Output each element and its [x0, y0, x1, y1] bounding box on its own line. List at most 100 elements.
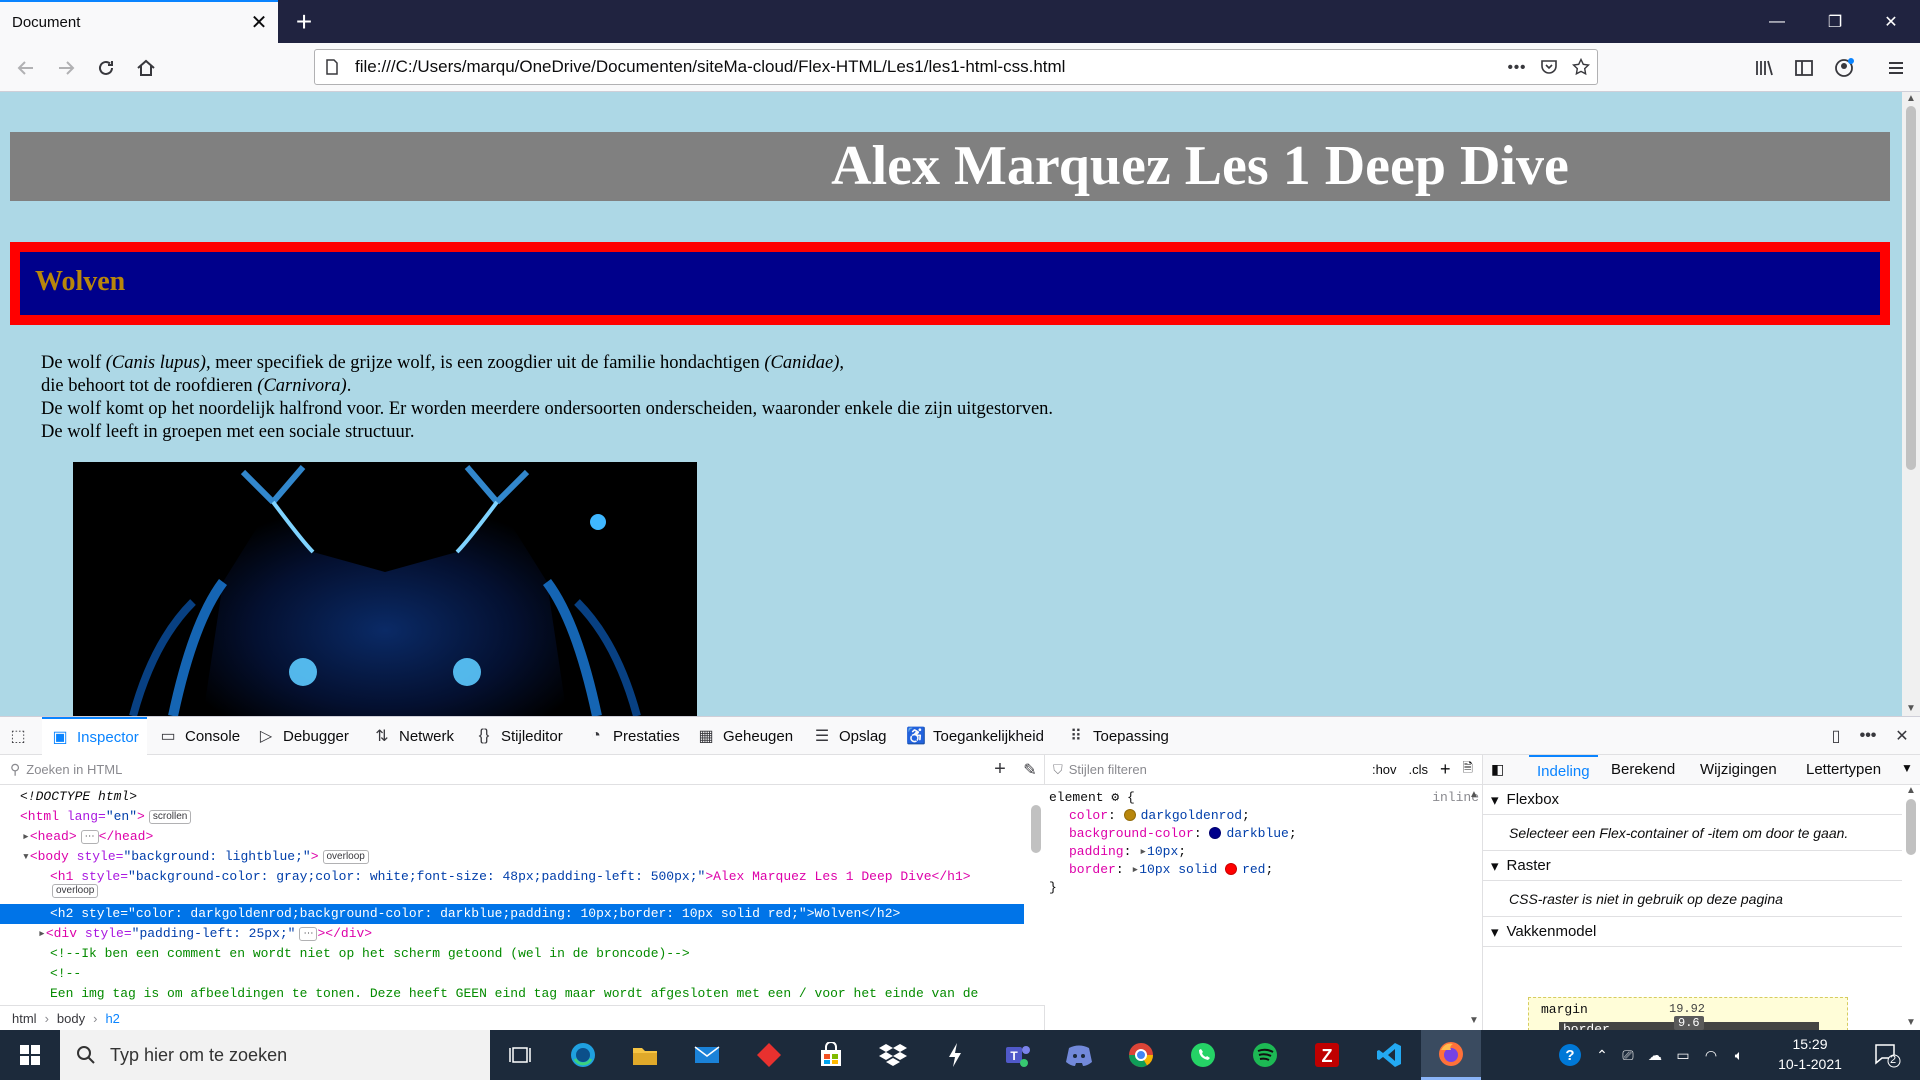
add-node-icon[interactable]: +	[985, 758, 1015, 781]
element-picker-icon[interactable]: ⬚	[8, 717, 28, 755]
discord-icon[interactable]	[1049, 1030, 1109, 1080]
page-actions-icon[interactable]: •••	[1501, 51, 1533, 83]
rules-scrollbar[interactable]: ▲ ▼	[1465, 785, 1483, 1031]
mail-icon[interactable]	[677, 1030, 737, 1080]
breadcrumb-body[interactable]: body	[57, 1011, 85, 1026]
html-node[interactable]: <html lang="en"> scrollen	[20, 807, 192, 827]
edge-icon[interactable]	[553, 1030, 613, 1080]
tab-prestaties[interactable]: ◔ Prestaties	[586, 717, 680, 755]
close-tab-icon[interactable]: ✕	[244, 8, 274, 38]
tab-stijleditor[interactable]: {} Stijleditor	[474, 717, 563, 755]
markup-scrollbar[interactable]	[1027, 785, 1045, 1005]
margin-top-value[interactable]: 19.92	[1669, 1002, 1705, 1016]
notification-center-icon[interactable]: 2	[1862, 1030, 1912, 1080]
devtools-menu-icon[interactable]: •••	[1858, 717, 1878, 755]
sidebar-icon[interactable]	[1786, 50, 1822, 86]
layout-scroll-up-icon[interactable]: ▲	[1906, 785, 1916, 796]
browser-tab[interactable]: Document ✕	[0, 0, 278, 43]
minimize-button[interactable]: —	[1748, 0, 1806, 43]
url-text[interactable]: file:///C:/Users/marqu/OneDrive/Document…	[355, 57, 1501, 77]
tab-wijzigingen[interactable]: Wijzigingen	[1700, 755, 1777, 785]
spotify-icon[interactable]	[1235, 1030, 1295, 1080]
tab-opslag[interactable]: ☰ Opslag	[812, 717, 887, 755]
layout-scroll-down-icon[interactable]: ▼	[1906, 1017, 1916, 1028]
comment-node-3[interactable]: Een img tag is om afbeeldingen te tonen.…	[50, 984, 978, 1004]
url-bar[interactable]: file:///C:/Users/marqu/OneDrive/Document…	[314, 49, 1598, 85]
gear-icon[interactable]: ⚙	[1111, 790, 1119, 805]
html-search-input[interactable]: Zoeken in HTML	[26, 762, 985, 777]
print-media-icon[interactable]: 🗎	[1463, 759, 1473, 781]
scroll-down-icon[interactable]: ▼	[1902, 702, 1920, 716]
onedrive-icon[interactable]: ☁	[1642, 1030, 1668, 1080]
tab-berekend[interactable]: Berekend	[1611, 755, 1675, 785]
close-devtools-icon[interactable]: ✕	[1892, 717, 1912, 755]
boxmodel-section-header[interactable]: ▾ Vakkenmodel	[1483, 917, 1902, 947]
tab-debugger[interactable]: ▷ Debugger	[256, 717, 349, 755]
toggle-sidebar-icon[interactable]: ◧	[1491, 761, 1504, 778]
taskbar-clock[interactable]: 15:29 10-1-2021	[1768, 1034, 1852, 1074]
store-icon[interactable]	[801, 1030, 861, 1080]
task-view-icon[interactable]	[490, 1030, 550, 1080]
library-icon[interactable]	[1746, 50, 1782, 86]
head-node[interactable]: ▸<head> ⋯ </head>	[22, 827, 153, 847]
rules-scroll-down-icon[interactable]: ▼	[1469, 1015, 1479, 1026]
tab-toegankelijkheid[interactable]: ♿ Toegankelijkheid	[906, 717, 1044, 755]
h2-node-selected[interactable]: <h2 style="color: darkgoldenrod;backgrou…	[0, 904, 1024, 924]
show-hidden-icons-icon[interactable]: ⌃	[1590, 1030, 1614, 1080]
tab-inspector[interactable]: ▣ Inspector	[42, 717, 147, 755]
border-top-value[interactable]: 9.6	[1674, 1016, 1704, 1030]
back-button[interactable]	[8, 50, 44, 86]
chrome-icon[interactable]	[1111, 1030, 1171, 1080]
tab-indeling[interactable]: Indeling	[1529, 755, 1598, 785]
comment-node-2[interactable]: <!--	[50, 964, 81, 984]
reload-button[interactable]	[88, 50, 124, 86]
div-node[interactable]: ▸<div style="padding-left: 25px;" ⋯ ></div…	[38, 924, 372, 944]
flexbox-section-header[interactable]: ▾ Flexbox	[1483, 785, 1902, 815]
page-scrollbar[interactable]: ▲ ▼	[1902, 92, 1920, 716]
firefox-icon[interactable]	[1421, 1030, 1481, 1080]
tab-console[interactable]: ▭ Console	[158, 717, 240, 755]
dropbox-icon[interactable]	[863, 1030, 923, 1080]
scroll-up-icon[interactable]: ▲	[1902, 92, 1920, 106]
teams-icon[interactable]: T	[987, 1030, 1047, 1080]
bolt-app-icon[interactable]	[925, 1030, 985, 1080]
prop-color[interactable]: color: darkgoldenrod;	[1045, 807, 1483, 825]
breadcrumb-h2[interactable]: h2	[105, 1011, 119, 1026]
restore-button[interactable]: ❐	[1806, 0, 1864, 43]
styles-filter-input[interactable]: Stijlen filteren	[1069, 762, 1372, 777]
border-color-swatch[interactable]	[1225, 863, 1238, 875]
cls-toggle[interactable]: .cls	[1409, 762, 1429, 777]
tab-lettertypen[interactable]: Lettertypen	[1806, 755, 1881, 785]
eyedropper-icon[interactable]: ✎	[1015, 760, 1045, 780]
bookmark-star-icon[interactable]	[1565, 51, 1597, 83]
h1-node[interactable]: <h1 style="background-color: gray;color:…	[50, 867, 971, 887]
color-swatch[interactable]	[1123, 809, 1136, 821]
taskbar-search-input[interactable]: Typ hier om te zoeken	[110, 1045, 287, 1066]
file-explorer-icon[interactable]	[615, 1030, 675, 1080]
dock-icon[interactable]: ▯	[1826, 717, 1846, 755]
breadcrumb-html[interactable]: html	[12, 1011, 37, 1026]
page-scroll-thumb[interactable]	[1906, 106, 1916, 470]
bg-color-swatch[interactable]	[1209, 827, 1222, 839]
wifi-icon[interactable]: ◠	[1698, 1030, 1724, 1080]
doctype-node[interactable]: <!DOCTYPE html>	[20, 787, 137, 807]
body-node[interactable]: ▾<body style="background: lightblue;"> ov…	[22, 847, 369, 867]
tab-toepassing[interactable]: ⠿ Toepassing	[1066, 717, 1169, 755]
meet-now-icon[interactable]: ⎚	[1616, 1030, 1640, 1080]
layout-scroll-thumb[interactable]	[1906, 799, 1916, 855]
rules-scroll-up-icon[interactable]: ▲	[1469, 789, 1479, 800]
comment-node-1[interactable]: <!--Ik ben een comment en wordt niet op …	[50, 944, 690, 964]
account-icon[interactable]	[1826, 50, 1862, 86]
prop-background-color[interactable]: background-color: darkblue;	[1045, 825, 1483, 843]
filezilla-icon[interactable]: Z	[1297, 1030, 1357, 1080]
battery-icon[interactable]: ▭	[1670, 1030, 1696, 1080]
new-tab-button[interactable]: +	[288, 6, 320, 38]
forward-button[interactable]	[48, 50, 84, 86]
vscode-icon[interactable]	[1359, 1030, 1419, 1080]
prop-border[interactable]: border: ▸10px solid red;	[1045, 861, 1483, 879]
taskbar-search[interactable]: Typ hier om te zoeken	[60, 1030, 490, 1080]
more-tabs-icon[interactable]: ▼	[1901, 761, 1913, 775]
hov-toggle[interactable]: :hov	[1372, 762, 1397, 777]
html-search[interactable]: ⚲ Zoeken in HTML + ✎	[0, 755, 1045, 785]
close-window-button[interactable]: ✕	[1862, 0, 1920, 43]
